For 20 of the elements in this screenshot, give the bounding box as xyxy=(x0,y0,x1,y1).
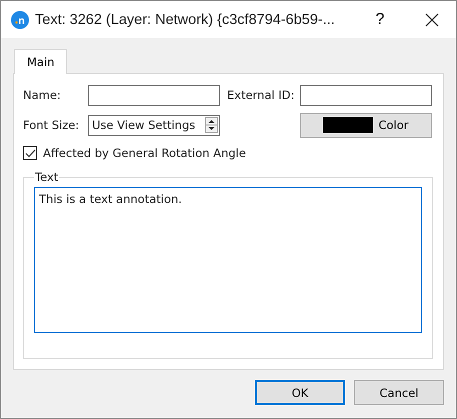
spin-arrows-icon xyxy=(205,117,218,133)
input-field[interactable] xyxy=(300,84,432,106)
tab[interactable]: Main xyxy=(14,49,68,74)
input-field[interactable] xyxy=(88,84,220,106)
checkbox-label: Affected by General Rotation Angle xyxy=(43,146,246,160)
color-button[interactable]: Color xyxy=(300,112,432,138)
app-logo-icon xyxy=(11,10,29,28)
checkmark-icon xyxy=(24,148,36,158)
field-label: Name: xyxy=(23,88,62,102)
dialog-button[interactable]: Cancel xyxy=(354,380,444,405)
dialog-button[interactable]: OK xyxy=(255,380,345,405)
font-size-spinbox[interactable]: Use View Settings xyxy=(88,114,220,136)
group-title: Text xyxy=(34,170,60,184)
field-label: Font Size: xyxy=(23,118,80,132)
close-icon xyxy=(425,12,439,26)
help-button[interactable]: ? xyxy=(360,10,400,28)
text-area[interactable]: This is a text annotation. xyxy=(34,187,422,333)
window-title: Text: 3262 (Layer: Network) {c3cf8794-6b59-... xyxy=(35,12,336,28)
field-label: External ID: xyxy=(227,88,296,102)
checkbox[interactable] xyxy=(23,146,37,160)
